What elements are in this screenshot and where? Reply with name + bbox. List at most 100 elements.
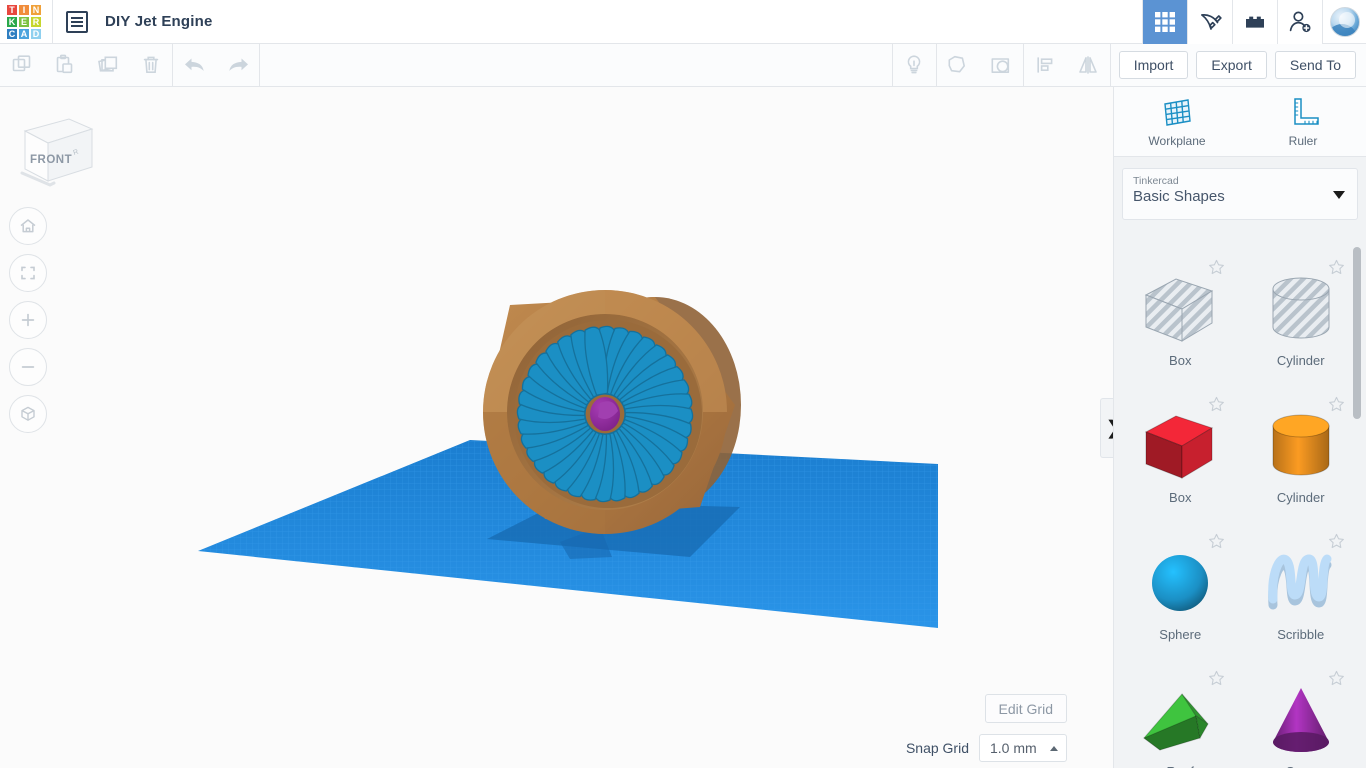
shape-label: Cylinder: [1276, 353, 1325, 368]
history-tools: [173, 44, 259, 87]
favorite-star-icon[interactable]: [1328, 533, 1345, 555]
snap-grid-row: Snap Grid 1.0 mm: [906, 734, 1067, 762]
snap-grid-value: 1.0 mm: [990, 740, 1037, 756]
import-button[interactable]: Import: [1118, 51, 1189, 79]
zoom-out-button[interactable]: [9, 348, 47, 386]
redo-icon[interactable]: [216, 44, 259, 87]
chevron-up-icon: [1050, 745, 1058, 751]
shape-label: Scribble: [1277, 627, 1325, 642]
page-title: DIY Jet Engine: [105, 13, 213, 30]
send-to-button[interactable]: Send To: [1274, 51, 1356, 79]
home-view-button[interactable]: [9, 207, 47, 245]
favorite-star-icon[interactable]: [1328, 259, 1345, 281]
favorite-star-icon[interactable]: [1208, 259, 1225, 281]
shape-cylinder-orange[interactable]: Cylinder: [1241, 390, 1362, 527]
shape-label: Sphere: [1159, 627, 1202, 642]
shape-label: Cylinder: [1276, 490, 1325, 505]
duplicate-icon[interactable]: [86, 44, 129, 87]
toolbar-divider-2: [259, 43, 260, 87]
topbar-actions: [1142, 0, 1366, 44]
shape-box-red[interactable]: Box: [1120, 390, 1241, 527]
shape-label: Box: [1169, 490, 1192, 505]
snap-grid-label: Snap Grid: [905, 740, 969, 756]
view-controls: [9, 207, 47, 433]
shape-thumbnail: [1268, 554, 1332, 610]
favorite-star-icon[interactable]: [1328, 670, 1345, 692]
shape-thumbnail: [1272, 688, 1329, 752]
workplane-icon: [1164, 99, 1191, 126]
paste-icon[interactable]: [43, 44, 86, 87]
workplane-tool[interactable]: Workplane: [1114, 87, 1240, 156]
avatar[interactable]: [1322, 0, 1366, 44]
shape-label: Cone: [1285, 764, 1316, 768]
ruler-tool-label: Ruler: [1288, 134, 1318, 148]
shape-thumbnail: [1145, 278, 1214, 342]
ruler-icon: [1294, 98, 1319, 125]
shape-thumbnail: [1272, 277, 1330, 339]
shape-label: Roof: [1167, 764, 1194, 768]
shape-thumbnail: [1272, 414, 1330, 476]
chevron-down-icon: [1333, 191, 1345, 199]
shape-cone[interactable]: Cone: [1241, 664, 1362, 768]
logo-tile-a: A: [18, 27, 30, 40]
brick-icon[interactable]: [1232, 0, 1277, 44]
favorite-star-icon[interactable]: [1208, 533, 1225, 555]
logo-tile-i: I: [18, 3, 30, 16]
undo-icon[interactable]: [173, 44, 216, 87]
library-source-label: Tinkercad: [1133, 175, 1179, 187]
tinkercad-app: TINKERCAD DIY Jet Engine Import Export S…: [0, 0, 1366, 768]
logo-tile-e: E: [18, 15, 30, 28]
shape-cylinder-hole[interactable]: Cylinder: [1241, 253, 1362, 390]
copy-icon[interactable]: [0, 44, 43, 87]
shape-scribble[interactable]: Scribble: [1241, 527, 1362, 664]
shape-thumbnail: [1145, 415, 1214, 479]
edit-toolbar: Import Export Send To: [0, 43, 1366, 87]
list-icon[interactable]: [66, 10, 88, 33]
logo-tile-k: K: [6, 15, 18, 28]
view-cube[interactable]: FRONT R: [12, 107, 98, 187]
shape-box-hole[interactable]: Box: [1120, 253, 1241, 390]
workplane-tool-label: Workplane: [1148, 134, 1206, 148]
shape-library-select[interactable]: Tinkercad Basic Shapes: [1122, 168, 1358, 220]
3d-canvas[interactable]: FRONT R Edit Grid Snap Grid 1.0 mm: [0, 87, 1113, 768]
shape-sphere[interactable]: Sphere: [1120, 527, 1241, 664]
shape-thumbnail: [1152, 555, 1209, 611]
orthographic-toggle-button[interactable]: [9, 395, 47, 433]
fit-to-view-button[interactable]: [9, 254, 47, 292]
add-user-icon[interactable]: [1277, 0, 1322, 44]
clipboard-tools: [0, 44, 172, 87]
export-button[interactable]: Export: [1196, 51, 1267, 79]
tinkercad-logo[interactable]: TINKERCAD: [6, 3, 42, 40]
logo-tile-d: D: [30, 27, 42, 40]
group-icon[interactable]: [937, 44, 980, 87]
file-actions: Import Export Send To: [1111, 44, 1366, 87]
favorite-star-icon[interactable]: [1208, 670, 1225, 692]
jet-engine-model: [483, 290, 741, 534]
logo-tile-r: R: [30, 15, 42, 28]
mirror-icon[interactable]: [1067, 44, 1110, 87]
grid-dashboard-icon[interactable]: [1142, 0, 1187, 44]
ruler-tool[interactable]: Ruler: [1240, 87, 1366, 156]
logo-tile-t: T: [6, 3, 18, 16]
trash-icon[interactable]: [129, 44, 172, 87]
shapes-panel: Workplane Ruler Tinkercad Basic Shapes B…: [1113, 87, 1366, 768]
zoom-in-button[interactable]: [9, 301, 47, 339]
snap-grid-select[interactable]: 1.0 mm: [979, 734, 1067, 762]
favorite-star-icon[interactable]: [1328, 396, 1345, 418]
scrollbar-thumb[interactable]: [1353, 247, 1361, 419]
ungroup-icon[interactable]: [980, 44, 1023, 87]
align-icon[interactable]: [1024, 44, 1067, 87]
logo-tile-c: C: [6, 27, 18, 40]
shape-label: Box: [1169, 353, 1192, 368]
scene-render: [198, 290, 938, 628]
topbar-divider: [52, 0, 53, 44]
panel-scrollbar[interactable]: [1353, 243, 1364, 764]
lightbulb-icon[interactable]: [893, 44, 936, 87]
favorite-star-icon[interactable]: [1208, 396, 1225, 418]
viewcube-front-label: FRONT: [30, 154, 72, 166]
top-bar: TINKERCAD DIY Jet Engine: [0, 0, 1366, 44]
pickaxe-icon[interactable]: [1187, 0, 1232, 44]
shape-roof[interactable]: Roof: [1120, 664, 1241, 768]
shapes-scroll-area[interactable]: Box Cylinder Box Cylinder Sphere Scribble Roof…: [1114, 243, 1366, 768]
edit-grid-button[interactable]: Edit Grid: [984, 694, 1067, 723]
